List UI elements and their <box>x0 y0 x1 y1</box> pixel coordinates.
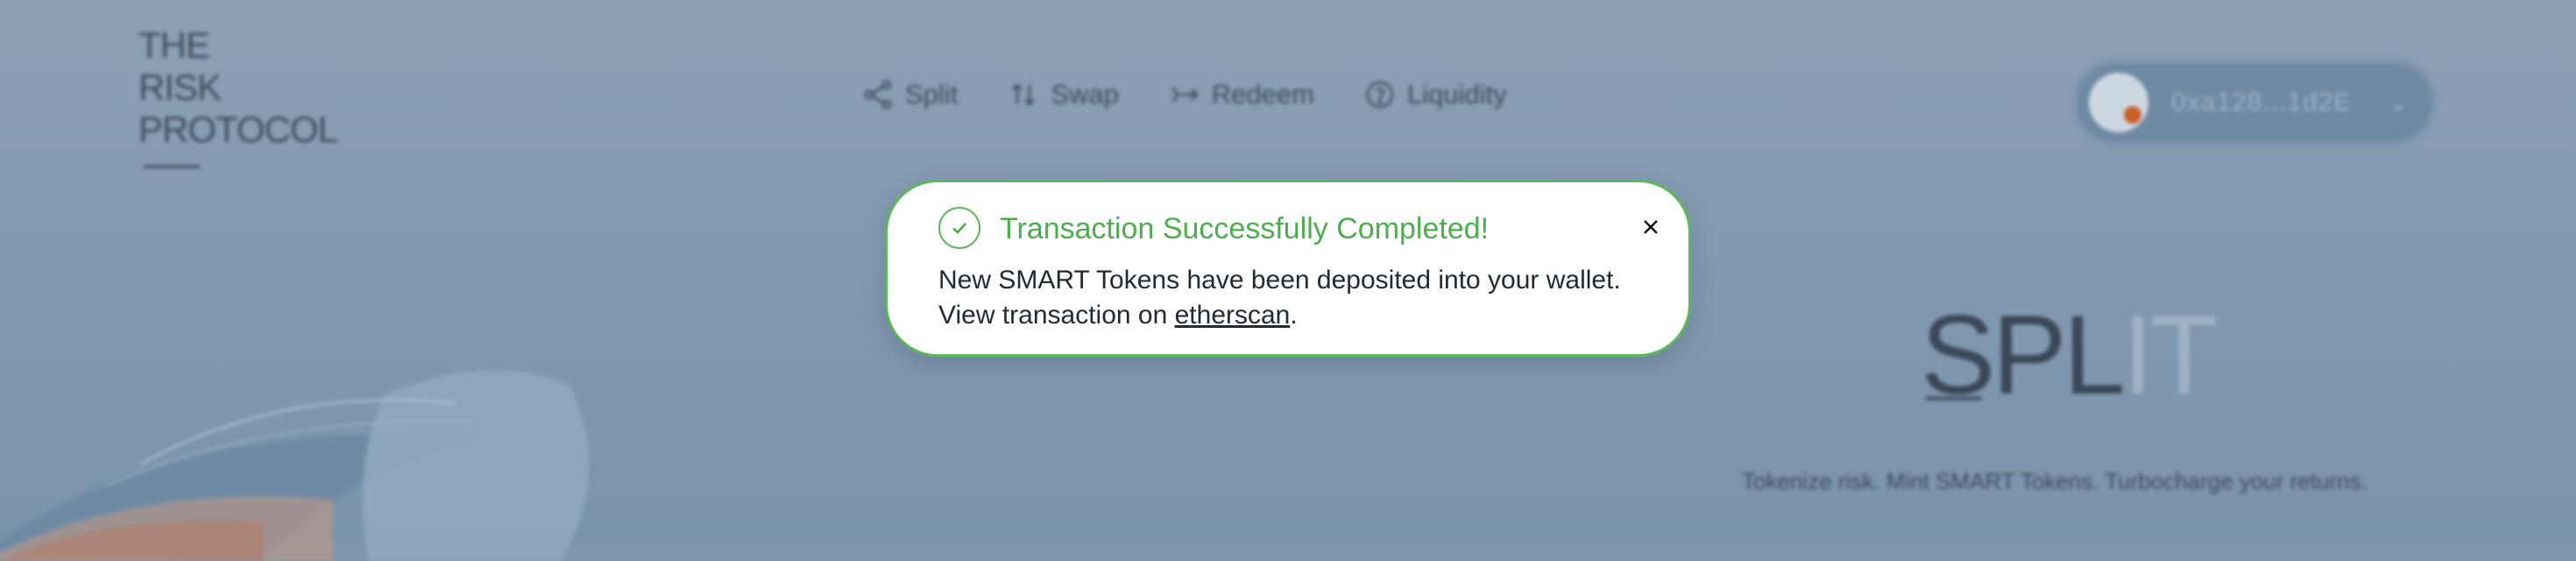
wallet-avatar <box>2089 73 2148 132</box>
logo-line: PROTOCOL <box>138 109 338 150</box>
nav-item-split[interactable]: Split <box>863 79 958 110</box>
toast-body-end: . <box>1290 301 1298 330</box>
decorative-artwork <box>0 370 590 561</box>
redeem-icon <box>1170 80 1200 110</box>
close-icon[interactable] <box>1638 214 1664 240</box>
logo[interactable]: THE RISK PROTOCOL <box>138 25 338 151</box>
nav-item-label: Redeem <box>1211 79 1315 110</box>
swap-icon <box>1008 80 1038 110</box>
logo-underline <box>144 165 200 168</box>
hero-title: SPLIT <box>1921 300 2219 412</box>
hero-title-faded: IT <box>2121 293 2219 418</box>
etherscan-link[interactable]: etherscan <box>1175 301 1291 330</box>
wallet-button[interactable]: 0xa128...1d2E ⌄ <box>2077 63 2432 142</box>
nav-item-label: Liquidity <box>1407 79 1507 110</box>
toast-message: New SMART Tokens have been deposited int… <box>938 263 1639 333</box>
split-icon <box>863 80 893 110</box>
success-toast: Transaction Successfully Completed! New … <box>885 180 1691 357</box>
hero-underline <box>1926 396 1982 401</box>
toast-title: Transaction Successfully Completed! <box>1000 212 1490 245</box>
nav-item-label: Swap <box>1051 79 1119 110</box>
logo-line: RISK <box>138 67 222 108</box>
hero-subtitle: Tokenize risk. Mint SMART Tokens. Turboc… <box>1742 468 2367 494</box>
chevron-down-icon: ⌄ <box>2388 89 2409 116</box>
logo-line: THE <box>138 25 210 66</box>
nav-item-swap[interactable]: Swap <box>1008 79 1119 110</box>
nav-item-liquidity[interactable]: Liquidity <box>1365 79 1507 110</box>
nav-item-label: Split <box>905 79 959 110</box>
wallet-address: 0xa128...1d2E <box>2171 88 2353 117</box>
main-nav: Split Swap Redeem Liquidity <box>863 79 1507 110</box>
check-circle-icon <box>938 207 980 249</box>
nav-item-redeem[interactable]: Redeem <box>1170 79 1314 110</box>
liquidity-icon <box>1365 80 1395 110</box>
